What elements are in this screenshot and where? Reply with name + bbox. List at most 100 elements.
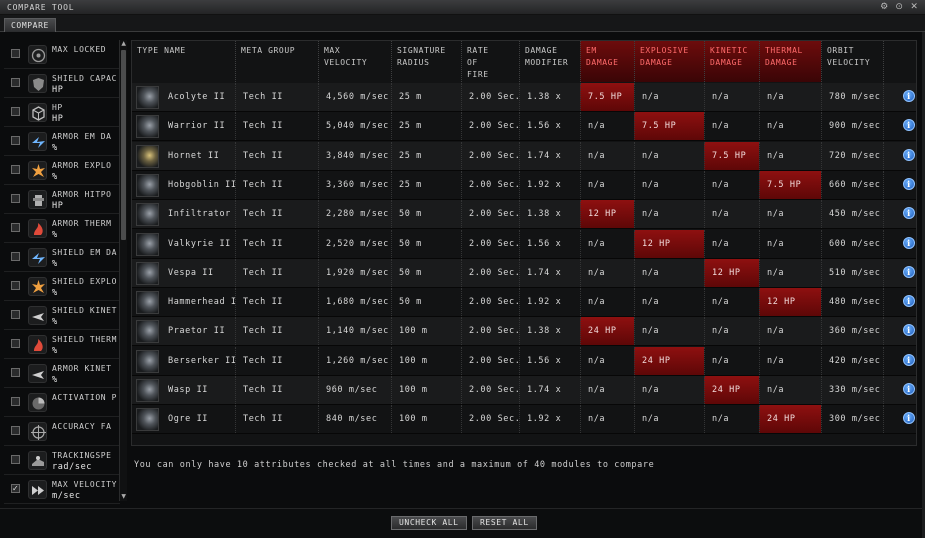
table-row[interactable]: Hobgoblin II Tech II 3,360 m/sec 25 m 2.00 S… [132, 170, 916, 200]
drone-icon[interactable] [136, 86, 159, 109]
column-header-explosive-damage[interactable]: EXPLOSIVE DAMAGE [634, 41, 704, 82]
attribute-item[interactable]: SHIELD EXPLO% [4, 272, 120, 301]
cell-rate-of-fire: 2.00 Sec. [461, 112, 519, 141]
info-icon[interactable]: i [903, 90, 915, 102]
attribute-checkbox[interactable] [11, 194, 20, 203]
attribute-item[interactable]: ARMOR KINET% [4, 359, 120, 388]
attribute-item[interactable]: ACTIVATION P [4, 388, 120, 417]
column-header-rate-of-fire[interactable]: RATE OF FIRE [461, 41, 519, 82]
attribute-item[interactable]: SHIELD CAPAC HP [4, 69, 120, 98]
table-row[interactable]: Wasp II Tech II 960 m/sec 100 m 2.00 Sec. 1.7… [132, 376, 916, 405]
attribute-item[interactable]: TRACKINGSPE rad/sec [4, 446, 120, 475]
drone-icon[interactable] [136, 291, 159, 315]
column-header-type-name[interactable]: TYPE NAME [132, 41, 235, 82]
drone-icon[interactable] [136, 349, 159, 373]
attribute-checkbox[interactable] [11, 339, 20, 348]
attribute-checkbox[interactable] [11, 281, 20, 290]
table-row[interactable]: Acolyte II Tech II 4,560 m/sec 25 m 2.00 Sec… [132, 83, 916, 112]
attribute-item[interactable]: ACCURACY FA [4, 417, 120, 446]
info-icon[interactable]: i [903, 119, 915, 132]
close-icon[interactable]: ✕ [908, 1, 921, 13]
attribute-checkbox[interactable] [11, 426, 20, 435]
drone-icon[interactable] [136, 232, 159, 256]
info-icon[interactable]: i [903, 236, 915, 249]
info-icon[interactable]: i [903, 412, 915, 425]
column-header-kinetic-damage[interactable]: KINETIC DAMAGE [704, 41, 759, 82]
attribute-checkbox[interactable] [11, 310, 20, 319]
table-row[interactable]: Infiltrator IITech II2,280 m/sec50 m2.00… [132, 200, 916, 230]
column-header-thermal-damage[interactable]: THERMAL DAMAGE [759, 41, 821, 82]
attribute-item[interactable]: ARMOR EM DA% [4, 127, 120, 156]
info-icon[interactable]: i [903, 324, 915, 337]
table-row[interactable]: Ogre II Tech II 840 m/sec 100 m 2.00 Sec. 1.9… [132, 405, 916, 435]
table-row[interactable]: Praetor II Tech II 1,140 m/sec 100 m 2.00 Se… [132, 317, 916, 347]
cell-em-damage: n/a [580, 258, 634, 287]
table-row[interactable]: Berserker II Tech II 1,260 m/sec 100 m 2.00 … [132, 346, 916, 376]
attribute-item[interactable]: ARMOR HITPO HP [4, 185, 120, 214]
cell-info: i [883, 346, 916, 375]
drone-icon[interactable] [136, 203, 159, 227]
column-header-meta-group[interactable]: META GROUP [235, 41, 318, 82]
cell-max-velocity: 2,280 m/sec [318, 200, 391, 229]
attribute-list-scrollbar[interactable]: ▲ ▼ [119, 40, 127, 501]
table-row[interactable]: Valkyrie II Tech II 2,520 m/sec 50 m 2.00 Se… [132, 229, 916, 259]
column-header-signature-radius[interactable]: SIGNATURE RADIUS [391, 41, 461, 82]
attribute-label: ACTIVATION P [52, 393, 117, 402]
table-row[interactable]: Hammerhead II Tech II 1,680 m/sec 50 m 2.00 … [132, 288, 916, 318]
column-header-orbit-velocity[interactable]: ORBIT VELOCITY [821, 41, 883, 82]
info-icon[interactable]: i [903, 295, 915, 308]
attribute-checkbox[interactable] [11, 107, 20, 116]
drone-icon[interactable] [136, 261, 159, 285]
table-row[interactable]: Vespa II Tech II 1,920 m/sec 50 m 2.00 Sec. 1… [132, 258, 916, 288]
info-icon[interactable]: i [903, 383, 915, 395]
cell-info: i [883, 200, 916, 229]
reset-all-button[interactable]: RESET ALL [472, 516, 537, 530]
attribute-checkbox[interactable] [11, 252, 20, 261]
attribute-item[interactable]: SHIELD EM DA% [4, 243, 120, 272]
minimize-icon[interactable]: ⊙ [893, 1, 906, 13]
attribute-checkbox[interactable]: ✓ [11, 484, 20, 493]
cell-max-velocity: 1,260 m/sec [318, 346, 391, 375]
cell-kinetic-damage: n/a [704, 83, 759, 111]
info-icon[interactable]: i [903, 207, 915, 220]
drone-icon[interactable] [136, 173, 159, 197]
attribute-checkbox[interactable] [11, 78, 20, 87]
drone-icon[interactable] [136, 408, 159, 432]
attribute-checkbox[interactable] [11, 49, 20, 58]
attribute-item[interactable]: ARMOR EXPLO% [4, 156, 120, 185]
drone-icon[interactable] [136, 379, 159, 402]
column-header-em-damage[interactable]: EM DAMAGE [580, 41, 634, 82]
cell-max-velocity: 5,040 m/sec [318, 112, 391, 141]
attribute-checkbox[interactable] [11, 368, 20, 377]
column-header-max-velocity[interactable]: MAX VELOCITY [318, 41, 391, 82]
info-icon[interactable]: i [903, 148, 915, 161]
attribute-item[interactable]: ✓ MAX VELOCITY m/sec [4, 475, 120, 504]
drone-icon[interactable] [136, 115, 159, 139]
attribute-checkbox[interactable] [11, 455, 20, 464]
uncheck-all-button[interactable]: UNCHECK ALL [391, 516, 467, 530]
attribute-item[interactable]: HP HP [4, 98, 120, 127]
settings-icon[interactable]: ⚙ [878, 1, 891, 13]
table-row[interactable]: Warrior II Tech II 5,040 m/sec 25 m 2.00 Sec… [132, 112, 916, 142]
cell-kinetic-damage: 24 HP [704, 376, 759, 404]
attribute-item[interactable]: SHIELD KINET% [4, 301, 120, 330]
scroll-thumb[interactable] [121, 50, 126, 240]
column-header-damage-modifier[interactable]: DAMAGE MODIFIER [519, 41, 580, 82]
scroll-down-icon[interactable]: ▼ [120, 493, 128, 501]
attribute-checkbox[interactable] [11, 165, 20, 174]
attribute-checkbox[interactable] [11, 136, 20, 145]
scroll-up-icon[interactable]: ▲ [120, 40, 128, 48]
tab-compare[interactable]: COMPARE [4, 18, 56, 32]
drone-icon[interactable] [136, 144, 159, 168]
info-icon[interactable]: i [903, 353, 915, 366]
table-row[interactable]: Hornet II Tech II 3,840 m/sec 25 m 2.00 Sec.… [132, 141, 916, 171]
attribute-checkbox[interactable] [11, 397, 20, 406]
attribute-item[interactable]: ARMOR THERM% [4, 214, 120, 243]
drone-icon[interactable] [136, 320, 159, 344]
attribute-checkbox[interactable] [11, 223, 20, 232]
info-icon[interactable]: i [903, 265, 915, 278]
attribute-item[interactable]: SHIELD THERM% [4, 330, 120, 359]
attribute-item[interactable]: MAX LOCKED [4, 40, 120, 69]
info-icon[interactable]: i [903, 177, 915, 190]
cell-signature-radius: 100 m [391, 346, 461, 375]
